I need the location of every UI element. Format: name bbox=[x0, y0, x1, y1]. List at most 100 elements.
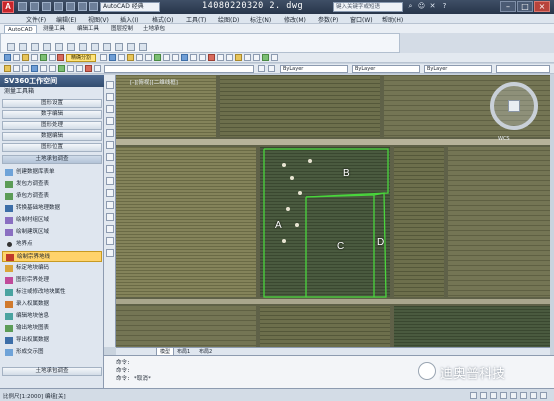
menu-file[interactable]: 文件(F) bbox=[26, 15, 46, 24]
minimize-button[interactable]: – bbox=[500, 1, 516, 12]
palette-item[interactable]: 标注或修改地块属性 bbox=[2, 287, 102, 298]
toolbar-icon[interactable] bbox=[271, 54, 278, 61]
tab-layer-control[interactable]: 图层控制 bbox=[108, 25, 136, 33]
toolbar-icon[interactable] bbox=[22, 65, 29, 72]
toolbar-icon[interactable] bbox=[235, 54, 242, 61]
linetype-dropdown[interactable]: ByLayer bbox=[352, 65, 420, 73]
drawing-canvas[interactable] bbox=[104, 75, 550, 347]
toolbar-icon[interactable] bbox=[253, 54, 260, 61]
polygon-tool-icon[interactable] bbox=[106, 105, 114, 113]
line-tool-icon[interactable] bbox=[106, 81, 114, 89]
palette-item[interactable]: 形成交示图 bbox=[2, 347, 102, 358]
search-input[interactable]: 键入关键字或短语 bbox=[333, 2, 403, 12]
menu-insert[interactable]: 插入(I) bbox=[120, 15, 138, 24]
menu-modify[interactable]: 修改(M) bbox=[284, 15, 306, 24]
arc-tool-icon[interactable] bbox=[106, 129, 114, 137]
palette-item-active[interactable]: 绘制宗界地线 bbox=[2, 251, 102, 262]
toolbar-icon[interactable] bbox=[22, 54, 29, 61]
menu-view[interactable]: 视图(V) bbox=[88, 15, 109, 24]
ribbon-tool-icon[interactable] bbox=[31, 43, 39, 51]
ribbon-tool-icon[interactable] bbox=[127, 43, 135, 51]
palette-item[interactable]: 标定地块编码 bbox=[2, 263, 102, 274]
ellipse-tool-icon[interactable] bbox=[106, 165, 114, 173]
hatch-tool-icon[interactable] bbox=[106, 201, 114, 209]
toolbar-icon[interactable] bbox=[4, 54, 11, 61]
ribbon-tool-icon[interactable] bbox=[67, 43, 75, 51]
lineweight-dropdown[interactable]: ByLayer bbox=[424, 65, 492, 73]
ortho-icon[interactable] bbox=[490, 392, 497, 399]
polar-icon[interactable] bbox=[500, 392, 507, 399]
layer-dropdown[interactable] bbox=[104, 65, 254, 73]
toolbar-icon[interactable] bbox=[262, 54, 269, 61]
ribbon-tool-icon[interactable] bbox=[91, 43, 99, 51]
menu-tools[interactable]: 工具(T) bbox=[186, 15, 206, 24]
toolbar-icon[interactable] bbox=[85, 65, 92, 72]
menu-dimension[interactable]: 标注(N) bbox=[250, 15, 271, 24]
plotstyle-dropdown[interactable] bbox=[496, 65, 550, 73]
toolbar-icon[interactable] bbox=[268, 65, 275, 72]
palette-button-graphic-position[interactable]: 图形位置 bbox=[2, 143, 102, 152]
exchange-icon[interactable]: ✕ bbox=[428, 2, 437, 11]
menu-draw[interactable]: 绘图(D) bbox=[218, 15, 239, 24]
close-button[interactable]: × bbox=[534, 1, 550, 12]
ribbon-tool-icon[interactable] bbox=[19, 43, 27, 51]
toolbar-icon[interactable] bbox=[100, 54, 107, 61]
search-icon[interactable]: ⌕ bbox=[406, 2, 415, 11]
palette-item[interactable]: 图形宗界处理 bbox=[2, 275, 102, 286]
scale-status[interactable]: 比例尺[1:2000] 编组[关] bbox=[3, 392, 66, 400]
toolbar-icon[interactable] bbox=[199, 54, 206, 61]
spline-tool-icon[interactable] bbox=[106, 153, 114, 161]
color-dropdown[interactable]: ByLayer bbox=[280, 65, 348, 73]
palette-item[interactable]: 导出权属数据 bbox=[2, 335, 102, 346]
print-icon[interactable] bbox=[66, 2, 75, 11]
gradient-tool-icon[interactable] bbox=[106, 213, 114, 221]
maximize-button[interactable]: □ bbox=[517, 1, 533, 12]
new-file-icon[interactable] bbox=[18, 2, 27, 11]
app-logo-icon[interactable]: A bbox=[2, 1, 14, 13]
palette-item[interactable]: 输出地块图表 bbox=[2, 323, 102, 334]
toolbar-icon[interactable] bbox=[57, 54, 64, 61]
palette-item[interactable]: 绘制村组区域 bbox=[2, 215, 102, 226]
ribbon-tool-icon[interactable] bbox=[55, 43, 63, 51]
palette-item[interactable]: 录入权属数据 bbox=[2, 299, 102, 310]
tab-autocad[interactable]: AutoCAD bbox=[4, 25, 37, 33]
palette-section-land-contract[interactable]: 土地承包调查 bbox=[2, 155, 102, 164]
menu-help[interactable]: 帮助(H) bbox=[382, 15, 403, 24]
toolbar-icon[interactable] bbox=[67, 65, 74, 72]
menu-format[interactable]: 格式(O) bbox=[152, 15, 173, 24]
toolbar-icon[interactable] bbox=[136, 54, 143, 61]
toolbar-icon[interactable] bbox=[118, 54, 125, 61]
ribbon-tool-icon[interactable] bbox=[43, 43, 51, 51]
viewcube-icon[interactable] bbox=[508, 100, 520, 112]
palette-button-graphic-settings[interactable]: 图形设置 bbox=[2, 99, 102, 108]
palette-button-digital-edit[interactable]: 数字编辑 bbox=[2, 110, 102, 119]
toolbar-icon[interactable] bbox=[217, 54, 224, 61]
palette-item[interactable]: 地界点 bbox=[2, 239, 102, 250]
toolbar-icon[interactable] bbox=[49, 54, 56, 61]
settings-icon[interactable] bbox=[540, 392, 547, 399]
grid-icon[interactable] bbox=[480, 392, 487, 399]
command-input[interactable]: 命令: *取消* bbox=[116, 374, 151, 382]
menu-parametric[interactable]: 参数(P) bbox=[318, 15, 338, 24]
menu-window[interactable]: 窗口(W) bbox=[350, 15, 373, 24]
ribbon-tool-icon[interactable] bbox=[7, 43, 15, 51]
open-file-icon[interactable] bbox=[30, 2, 39, 11]
region-tool-icon[interactable] bbox=[106, 225, 114, 233]
viewport-label[interactable]: [-][俯视][二维线框] bbox=[130, 78, 178, 86]
tab-edit-tools[interactable]: 编辑工具 bbox=[74, 25, 102, 33]
toolbar-icon[interactable] bbox=[163, 54, 170, 61]
toolbar-icon[interactable] bbox=[181, 54, 188, 61]
toolbar-icon[interactable] bbox=[244, 54, 251, 61]
palette-item[interactable]: 发包方调查表 bbox=[2, 179, 102, 190]
toolbar-icon[interactable] bbox=[58, 65, 65, 72]
ribbon-tool-icon[interactable] bbox=[103, 43, 111, 51]
toolbar-icon[interactable] bbox=[94, 65, 101, 72]
tab-land-contract[interactable]: 土地承包 bbox=[140, 25, 168, 33]
help-icon[interactable]: ? bbox=[440, 2, 449, 11]
tab-survey-tools[interactable]: 测量工具 bbox=[40, 25, 68, 33]
otrack-icon[interactable] bbox=[520, 392, 527, 399]
rectangle-tool-icon[interactable] bbox=[106, 117, 114, 125]
ribbon-tool-icon[interactable] bbox=[139, 43, 147, 51]
precise-split-button[interactable]: 精确分割 bbox=[66, 54, 96, 62]
snap-icon[interactable] bbox=[470, 392, 477, 399]
